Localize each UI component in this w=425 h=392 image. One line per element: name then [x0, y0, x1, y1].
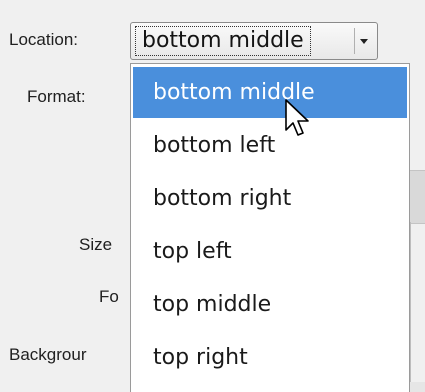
- dropdown-option-top-left[interactable]: top left: [131, 226, 409, 277]
- format-label: Format:: [27, 87, 86, 106]
- font-label: Fo: [99, 287, 119, 306]
- chevron-down-icon: [360, 38, 368, 44]
- dropdown-option-bottom-left[interactable]: bottom left: [131, 120, 409, 171]
- combobox-dropdown-button[interactable]: [354, 28, 373, 54]
- dropdown-option-top-right[interactable]: top right: [131, 332, 409, 383]
- background-divider: [410, 222, 411, 392]
- arrow-pointer-icon: [285, 99, 309, 136]
- location-combobox[interactable]: bottom middle: [130, 22, 378, 60]
- location-combobox-value: bottom middle: [135, 26, 311, 56]
- dropdown-option-bottom-middle[interactable]: bottom middle: [133, 67, 407, 118]
- background-panel-strip: [410, 170, 425, 224]
- location-label: Location:: [9, 30, 78, 49]
- location-dropdown-list[interactable]: bottom middle bottom left bottom right t…: [130, 63, 410, 392]
- dropdown-option-top-middle[interactable]: top middle: [131, 279, 409, 330]
- dropdown-option-bottom-right[interactable]: bottom right: [131, 173, 409, 224]
- size-label: Size: [79, 235, 113, 254]
- background-label: Backgrour: [9, 345, 87, 364]
